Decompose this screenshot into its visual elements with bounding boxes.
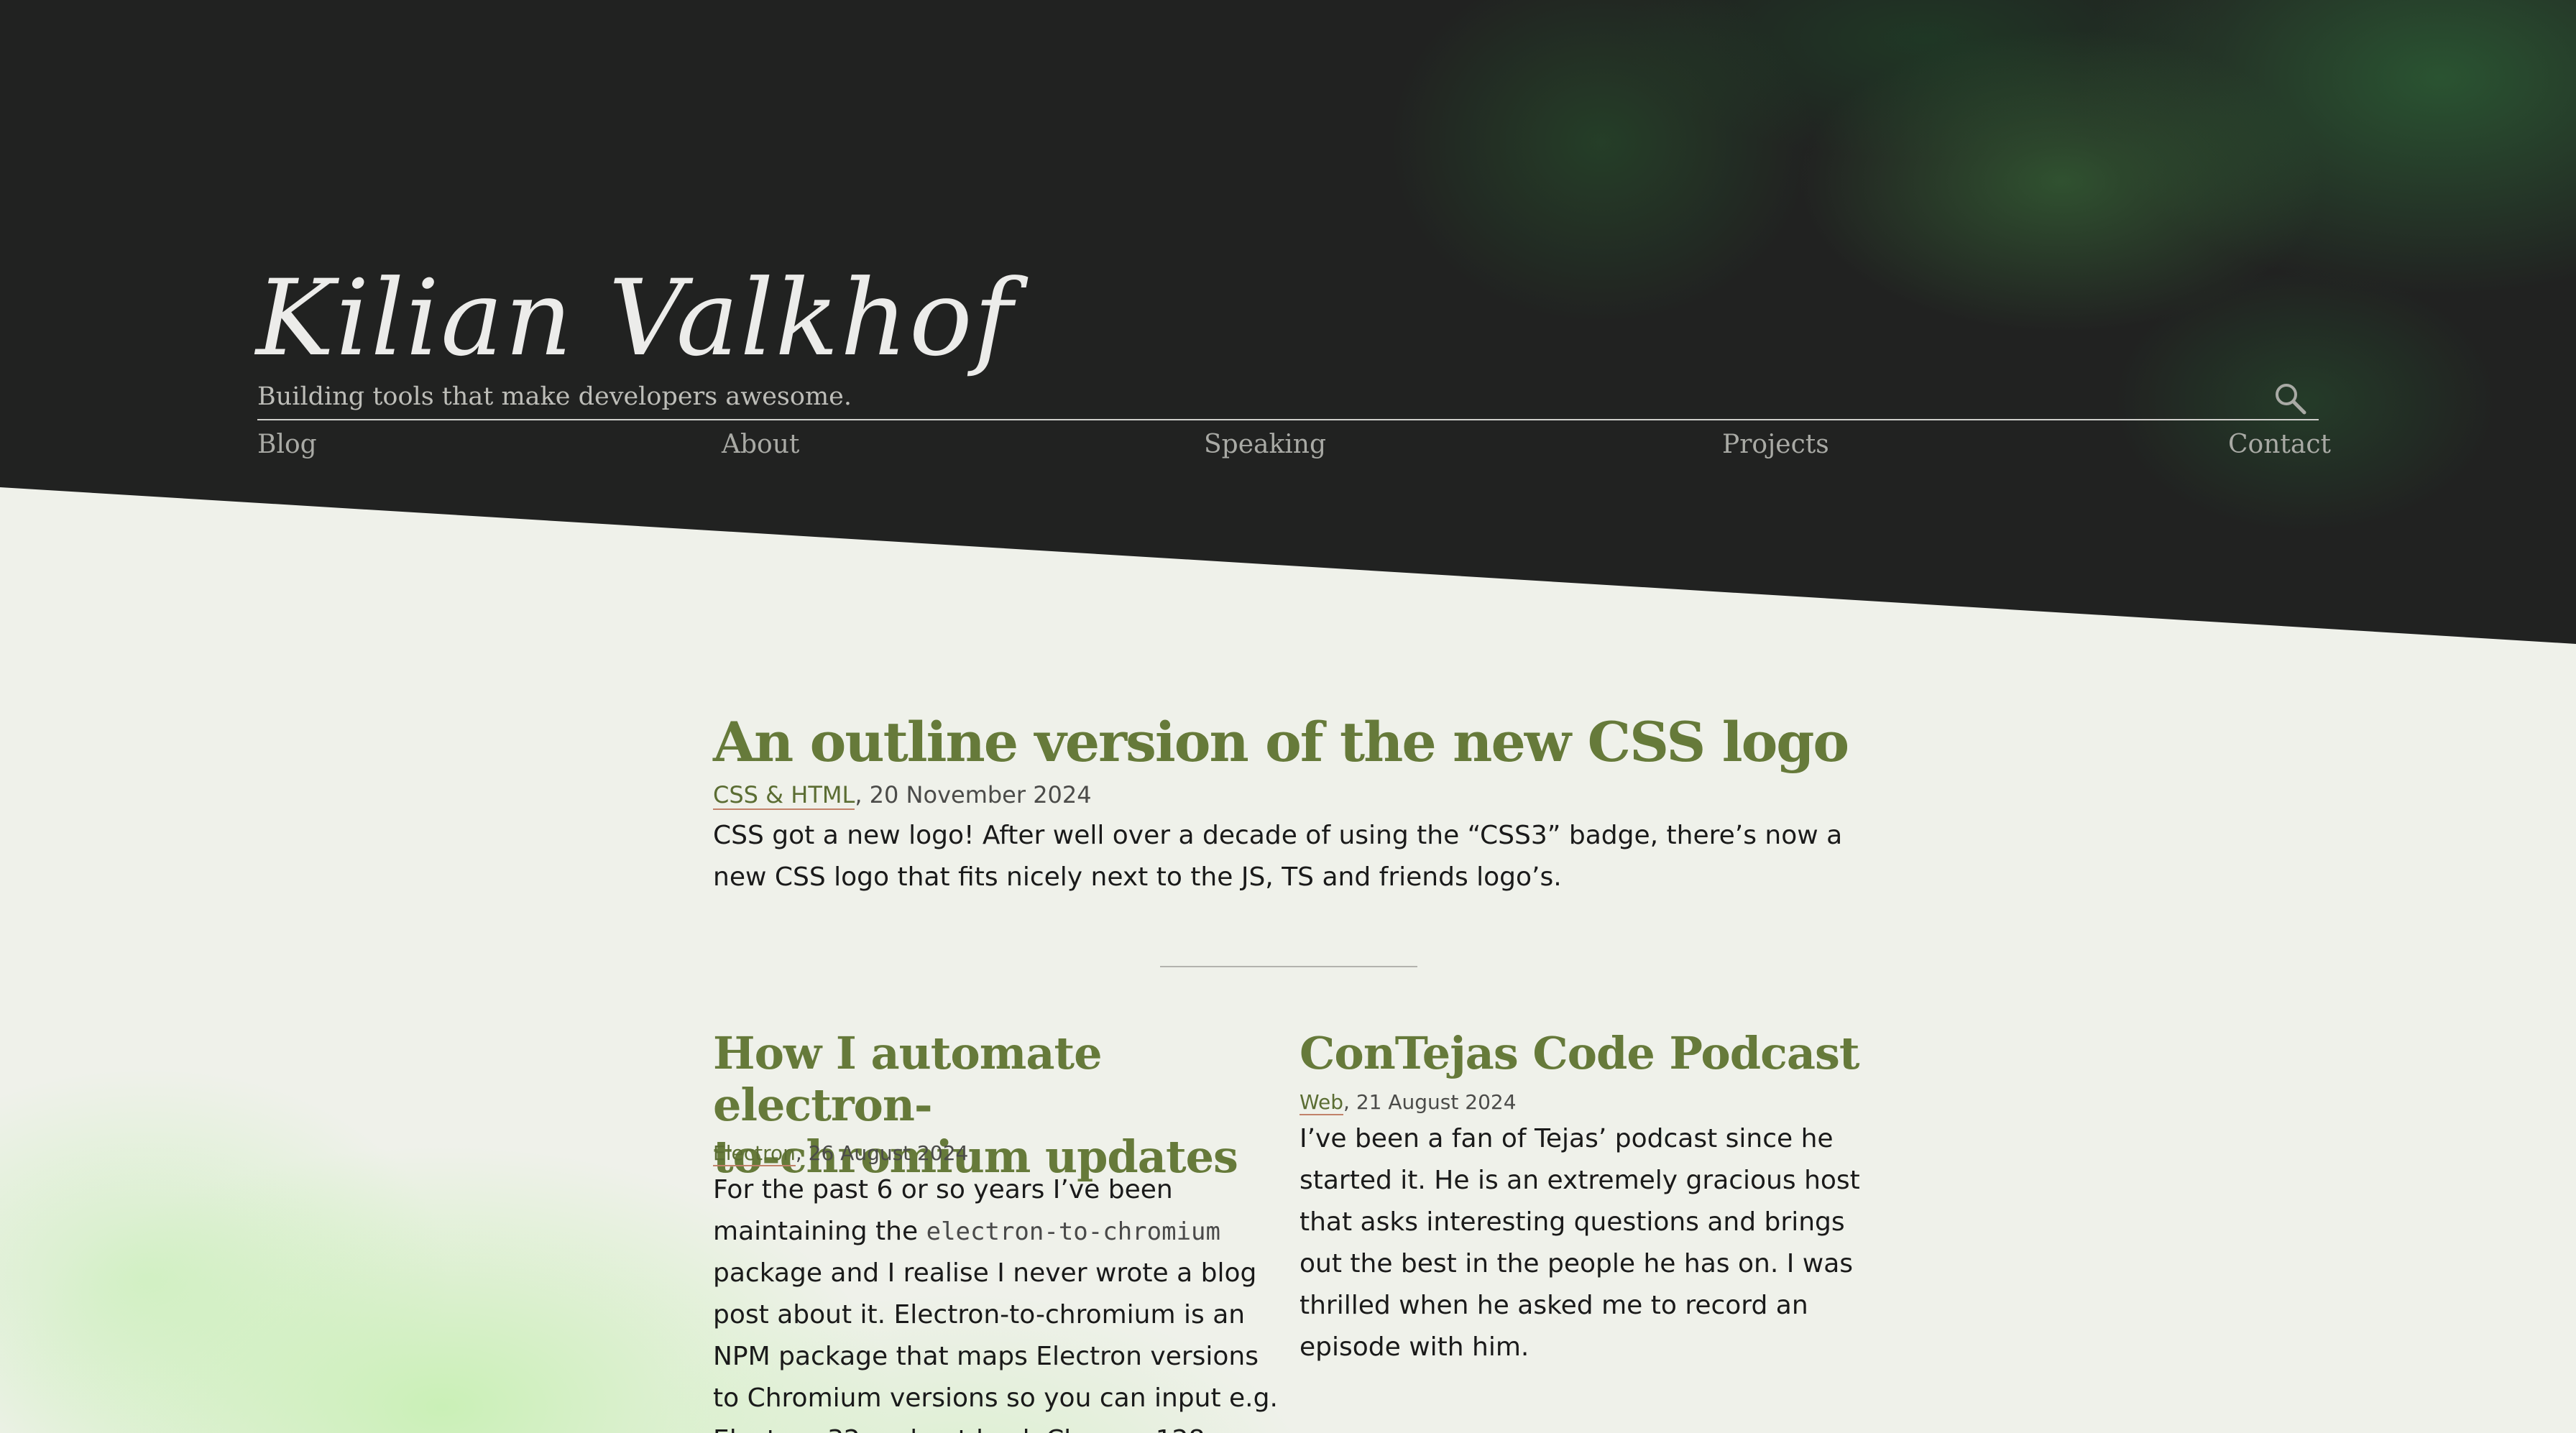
section-divider: [1160, 966, 1417, 967]
featured-post-excerpt: CSS got a new logo! After well over a de…: [713, 821, 1843, 892]
post-excerpt: I’ve been a fan of Tejas’ podcast since …: [1300, 1124, 1860, 1362]
post-category[interactable]: Electron: [713, 1141, 796, 1166]
post-excerpt: For the past 6 or so years I’ve been mai…: [713, 1169, 1288, 1433]
featured-post-date: , 20 November 2024: [855, 781, 1092, 808]
search-button[interactable]: [2273, 381, 2309, 417]
nav-about[interactable]: About: [722, 430, 799, 459]
post-meta: Web, 21 August 2024: [1300, 1090, 1517, 1115]
featured-post-meta: CSS & HTML, 20 November 2024: [713, 781, 1092, 810]
post-excerpt-code: electron-to-chromium: [926, 1217, 1220, 1246]
nav-blog[interactable]: Blog: [257, 430, 317, 459]
post-date: , 21 August 2024: [1343, 1090, 1517, 1114]
nav-speaking[interactable]: Speaking: [1204, 430, 1326, 459]
post-category[interactable]: Web: [1300, 1090, 1344, 1115]
post-title[interactable]: ConTejas Code Podcast: [1300, 1028, 1874, 1079]
post-meta: Electron, 26 August 2024: [713, 1141, 969, 1166]
header-divider: [257, 419, 2319, 420]
featured-post-title[interactable]: An outline version of the new CSS logo: [713, 710, 1849, 774]
featured-post-category[interactable]: CSS & HTML: [713, 781, 855, 810]
post-title-line: How I automate electron-: [713, 1027, 1103, 1131]
search-icon: [2276, 384, 2306, 415]
nav-contact[interactable]: Contact: [2228, 430, 2331, 459]
post-date: , 26 August 2024: [795, 1141, 969, 1165]
post-excerpt-text: package and I realise I never wrote a bl…: [713, 1258, 1278, 1433]
site-tagline: Building tools that make developers awes…: [257, 382, 852, 411]
nav-projects[interactable]: Projects: [1722, 430, 1829, 459]
site-logo[interactable]: Kilian Valkhof: [256, 266, 1014, 371]
